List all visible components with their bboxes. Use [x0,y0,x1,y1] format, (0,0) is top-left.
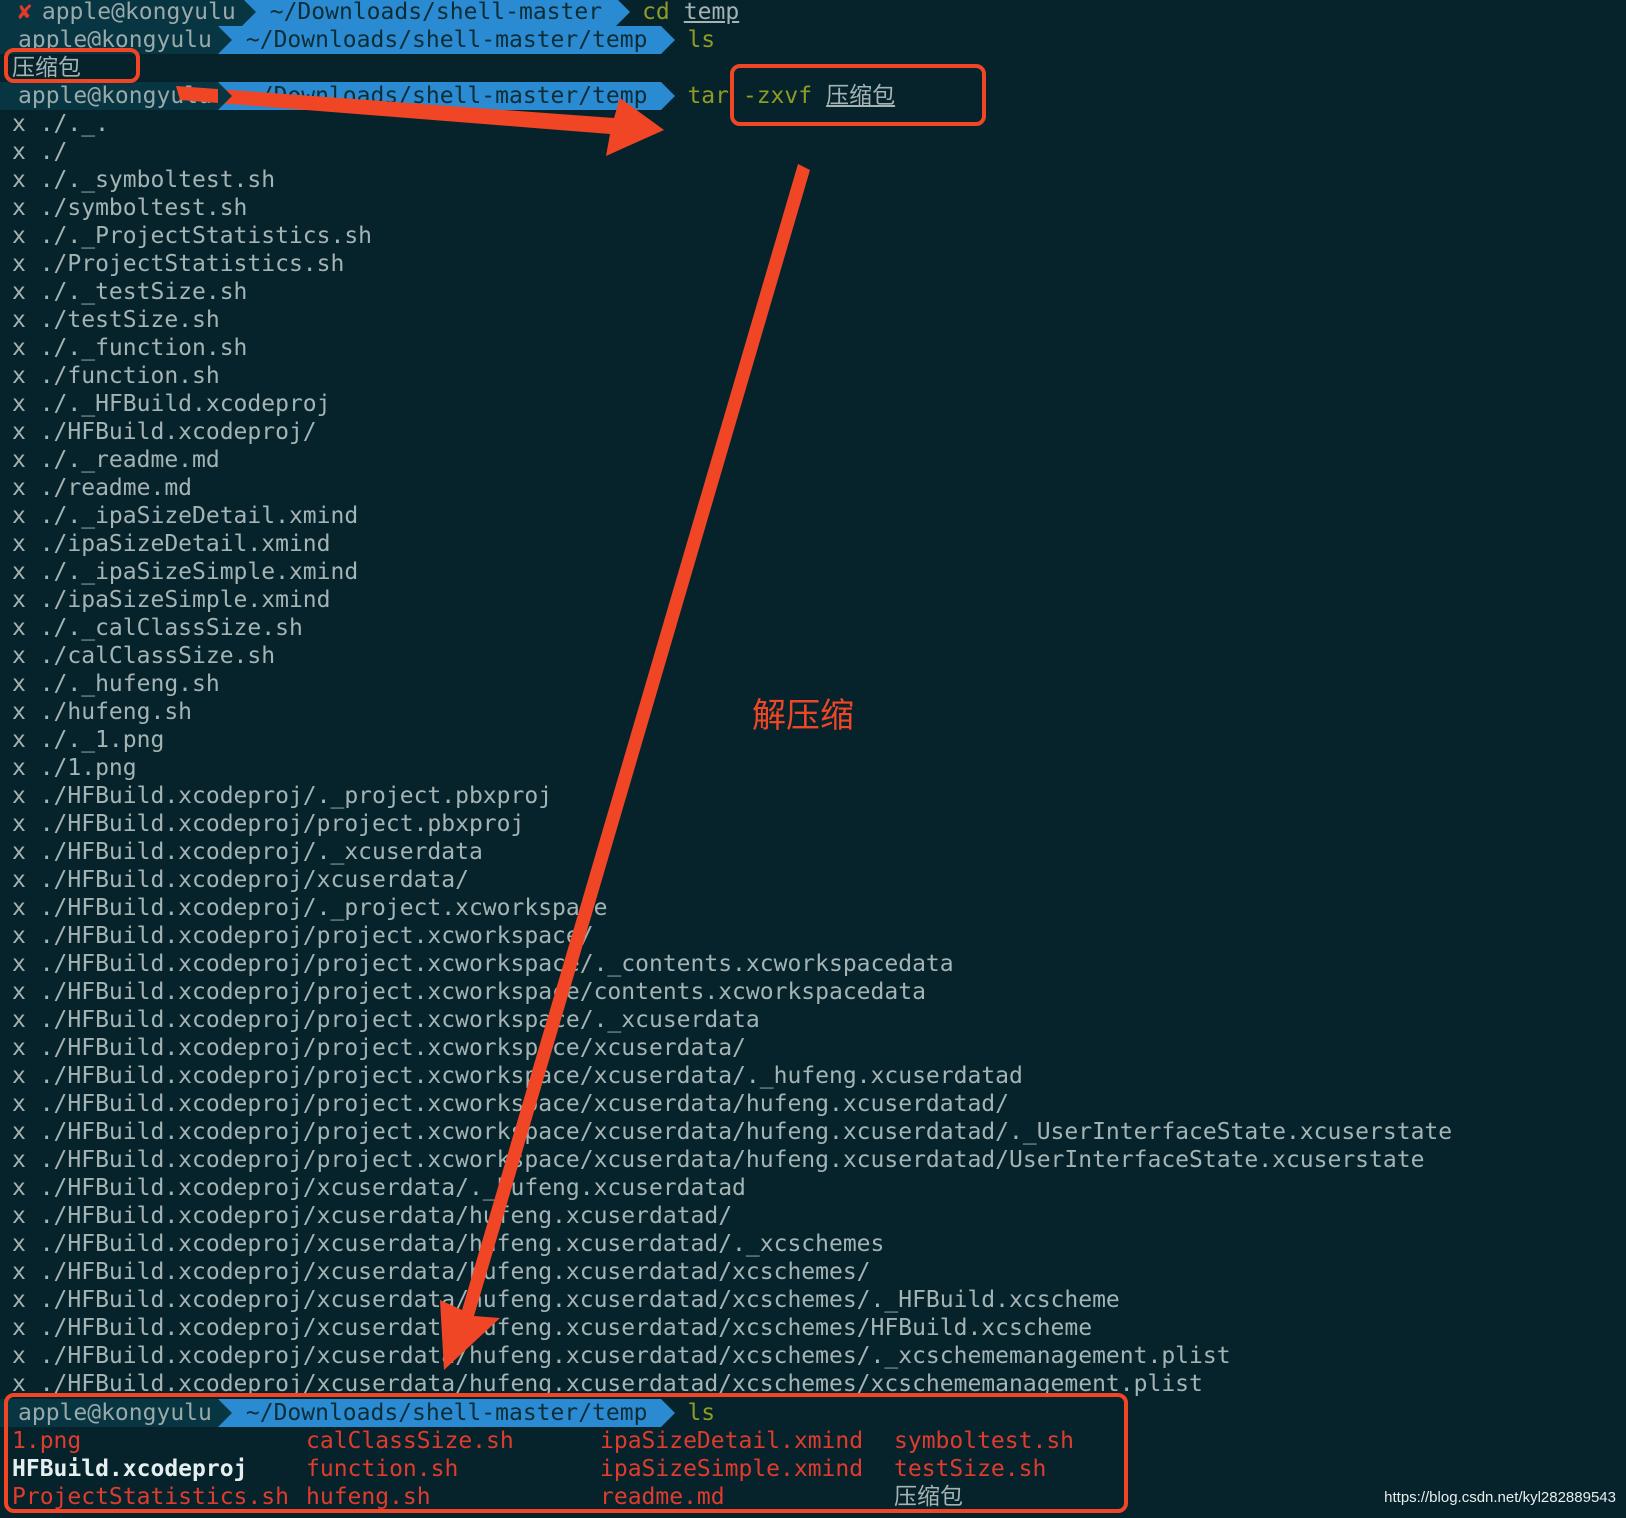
annotation-arrows [176,86,810,1370]
arrow-icon [176,86,664,156]
annotation-label: 解压缩 [752,696,854,736]
watermark: https://blog.csdn.net/kyl282889543 [1384,1489,1616,1506]
arrow-icon [440,164,810,1370]
